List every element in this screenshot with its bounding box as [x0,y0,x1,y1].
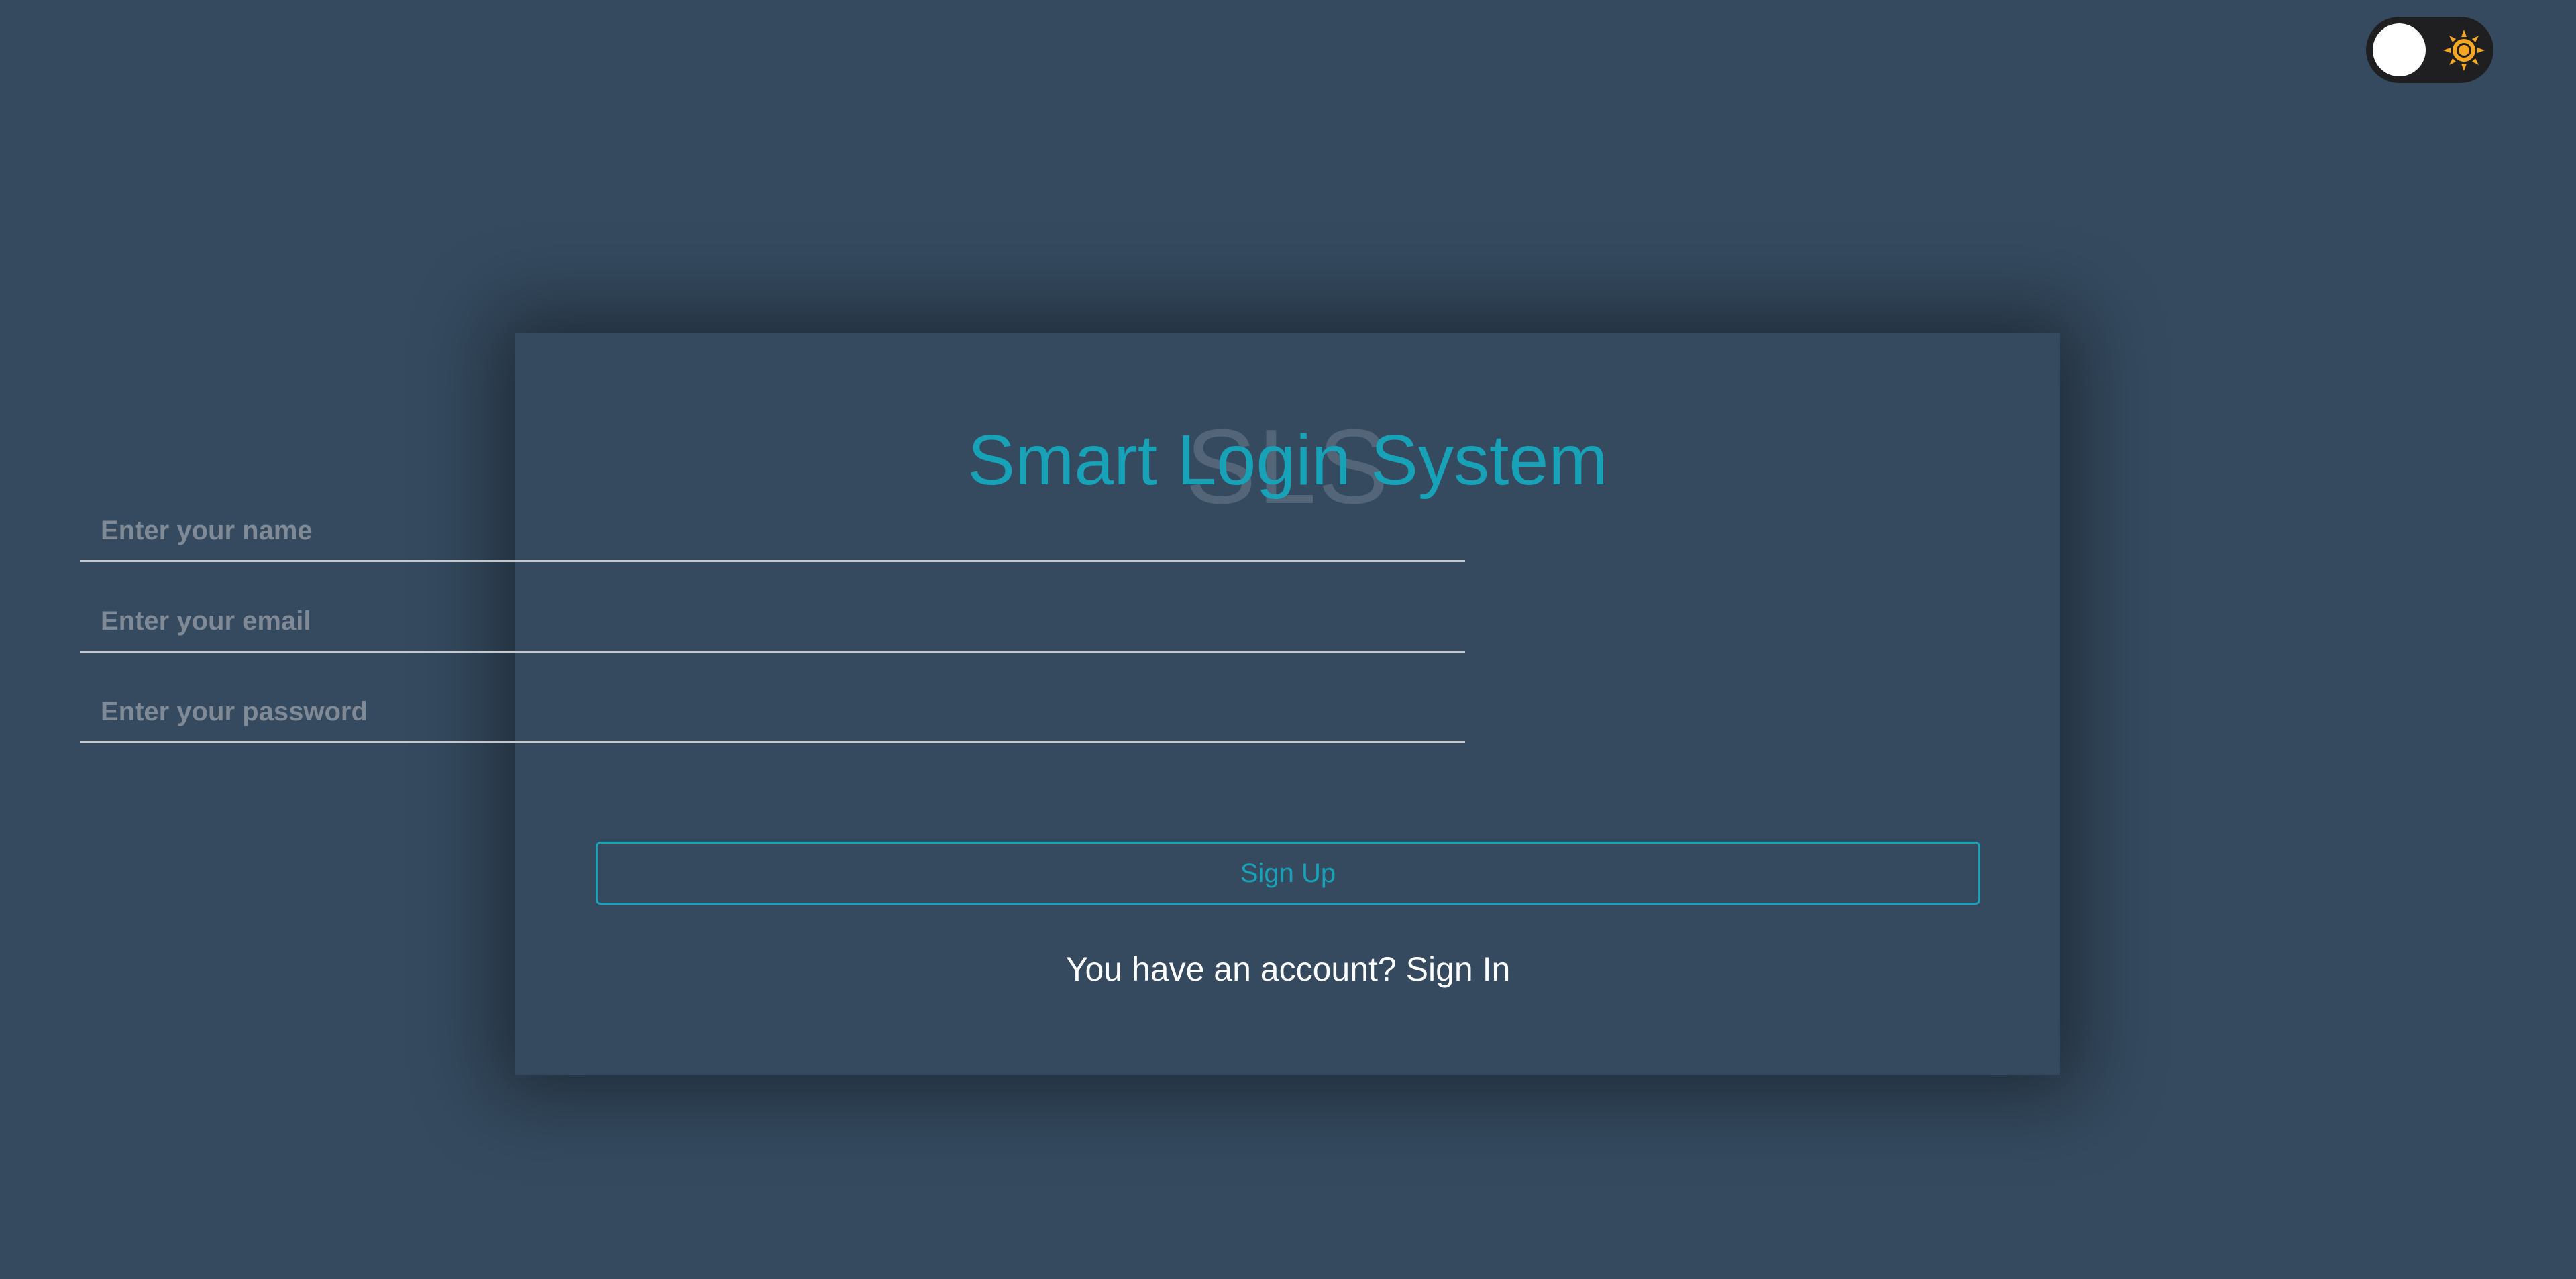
name-input[interactable] [80,502,1465,562]
account-prompt-text: You have an account? [1065,950,1397,988]
sun-icon [2443,30,2485,71]
password-input[interactable] [80,683,1465,743]
signin-link[interactable]: Sign In [1406,950,1511,988]
signup-button[interactable]: Sign Up [596,842,1980,905]
theme-toggle[interactable] [2366,17,2493,83]
email-input[interactable] [80,592,1465,653]
page: SLS Smart Login System Sign Up You have … [0,0,2576,1279]
page-title: Smart Login System [967,421,1608,500]
toggle-knob[interactable] [2373,23,2426,76]
signin-prompt: You have an account? Sign In [0,942,2576,996]
